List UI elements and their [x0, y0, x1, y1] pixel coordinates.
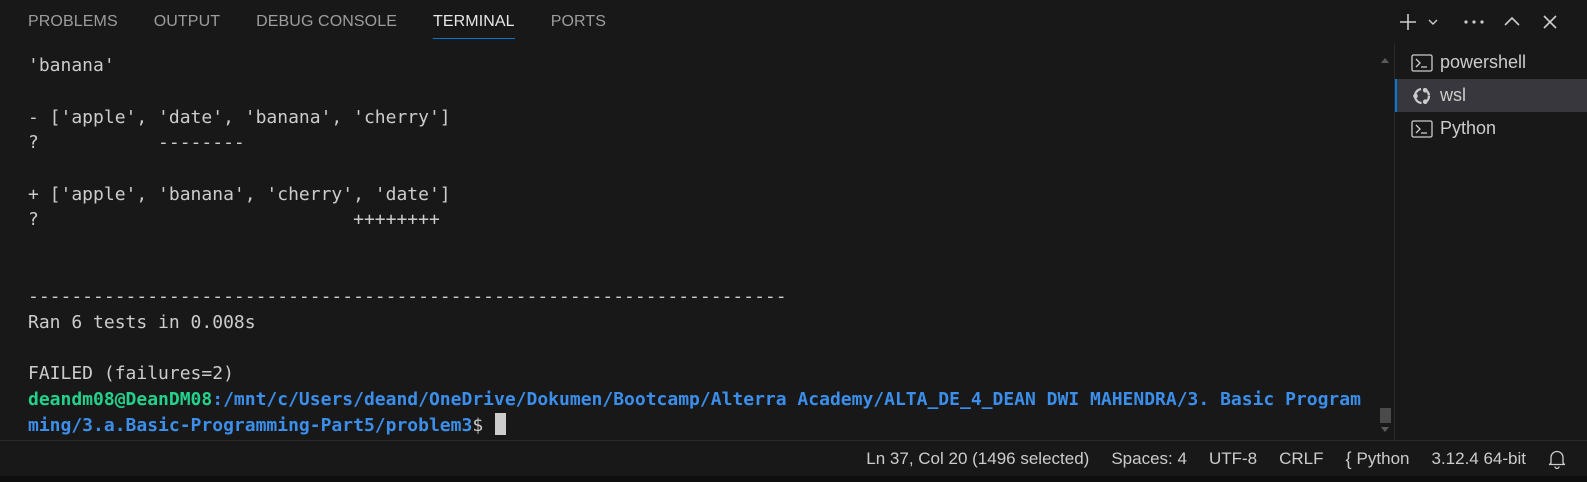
prompt-line: deandm08@DeanDM08:/mnt/c/Users/deand/One…	[28, 387, 1361, 413]
status-encoding[interactable]: UTF-8	[1198, 441, 1268, 477]
bell-icon[interactable]	[1537, 441, 1577, 477]
status-cursor-position[interactable]: Ln 37, Col 20 (1496 selected)	[855, 441, 1100, 477]
status-eol[interactable]: CRLF	[1268, 441, 1334, 477]
prompt-user: deandm08@DeanDM08	[28, 389, 213, 410]
tab-output[interactable]: OUTPUT	[144, 0, 230, 44]
terminal-icon	[1411, 119, 1433, 139]
close-icon[interactable]	[1531, 0, 1569, 44]
terminal-line: ? --------	[28, 132, 245, 153]
terminal-line: ----------------------------------------…	[28, 286, 787, 307]
braces-icon: {	[1345, 449, 1352, 469]
terminal-icon	[1411, 53, 1433, 73]
terminal-list: powershell wsl Python	[1394, 44, 1587, 440]
terminal-item-label: wsl	[1440, 85, 1466, 105]
status-items: Ln 37, Col 20 (1496 selected) Spaces: 4 …	[855, 441, 1577, 477]
status-bar: Ln 37, Col 20 (1496 selected) Spaces: 4 …	[0, 440, 1587, 476]
terminal-item-wsl[interactable]: wsl	[1395, 79, 1587, 112]
header-actions	[1395, 0, 1569, 44]
panel-tabs: PROBLEMS OUTPUT DEBUG CONSOLE TERMINAL P…	[18, 0, 632, 44]
tab-terminal[interactable]: TERMINAL	[423, 0, 525, 44]
bottom-strip	[0, 476, 1587, 482]
panel-header: PROBLEMS OUTPUT DEBUG CONSOLE TERMINAL P…	[0, 0, 1587, 44]
terminal-line: FAILED (failures=2)	[28, 363, 234, 384]
prompt-line-continued: ming/3.a.Basic-Programming-Part5/problem…	[28, 413, 507, 439]
terminal-cursor	[495, 413, 507, 435]
terminal-item-label: Python	[1440, 118, 1497, 138]
terminal-scrollbar[interactable]	[1378, 44, 1392, 440]
terminal-item-label: powershell	[1440, 52, 1527, 72]
scroll-up-arrow-icon[interactable]	[1381, 58, 1389, 63]
terminal-line: - ['apple', 'date', 'banana', 'cherry']	[28, 107, 451, 128]
linux-icon	[1411, 86, 1433, 106]
terminal-line: ? ++++++++	[28, 209, 440, 230]
status-language-label: Python	[1356, 449, 1410, 468]
tab-ports[interactable]: PORTS	[541, 0, 616, 44]
terminal-line: + ['apple', 'banana', 'cherry', 'date']	[28, 184, 451, 205]
tab-debug-console[interactable]: DEBUG CONSOLE	[246, 0, 407, 44]
more-icon[interactable]	[1455, 0, 1493, 44]
terminal-line: Ran 6 tests in 0.008s	[28, 312, 256, 333]
terminal-item-powershell[interactable]: powershell	[1395, 46, 1587, 79]
chevron-down-icon[interactable]	[1421, 0, 1445, 44]
terminal-output[interactable]: 'banana' - ['apple', 'date', 'banana', '…	[0, 44, 1393, 440]
tab-problems[interactable]: PROBLEMS	[18, 0, 128, 44]
scrollbar-thumb[interactable]	[1380, 408, 1391, 423]
terminal-line: 'banana'	[28, 55, 115, 76]
status-indentation[interactable]: Spaces: 4	[1100, 441, 1198, 477]
prompt-path: :/mnt/c/Users/deand/OneDrive/Dokumen/Boo…	[212, 389, 1361, 410]
prompt-symbol: $	[472, 415, 495, 436]
chevron-up-icon[interactable]	[1493, 0, 1531, 44]
scroll-down-arrow-icon[interactable]	[1381, 427, 1389, 432]
add-icon[interactable]	[1395, 0, 1421, 44]
status-interpreter[interactable]: 3.12.4 64-bit	[1420, 441, 1537, 477]
terminal-item-python[interactable]: Python	[1395, 112, 1587, 145]
status-language[interactable]: { Python	[1335, 441, 1421, 477]
prompt-path: ming/3.a.Basic-Programming-Part5/problem…	[28, 415, 473, 436]
